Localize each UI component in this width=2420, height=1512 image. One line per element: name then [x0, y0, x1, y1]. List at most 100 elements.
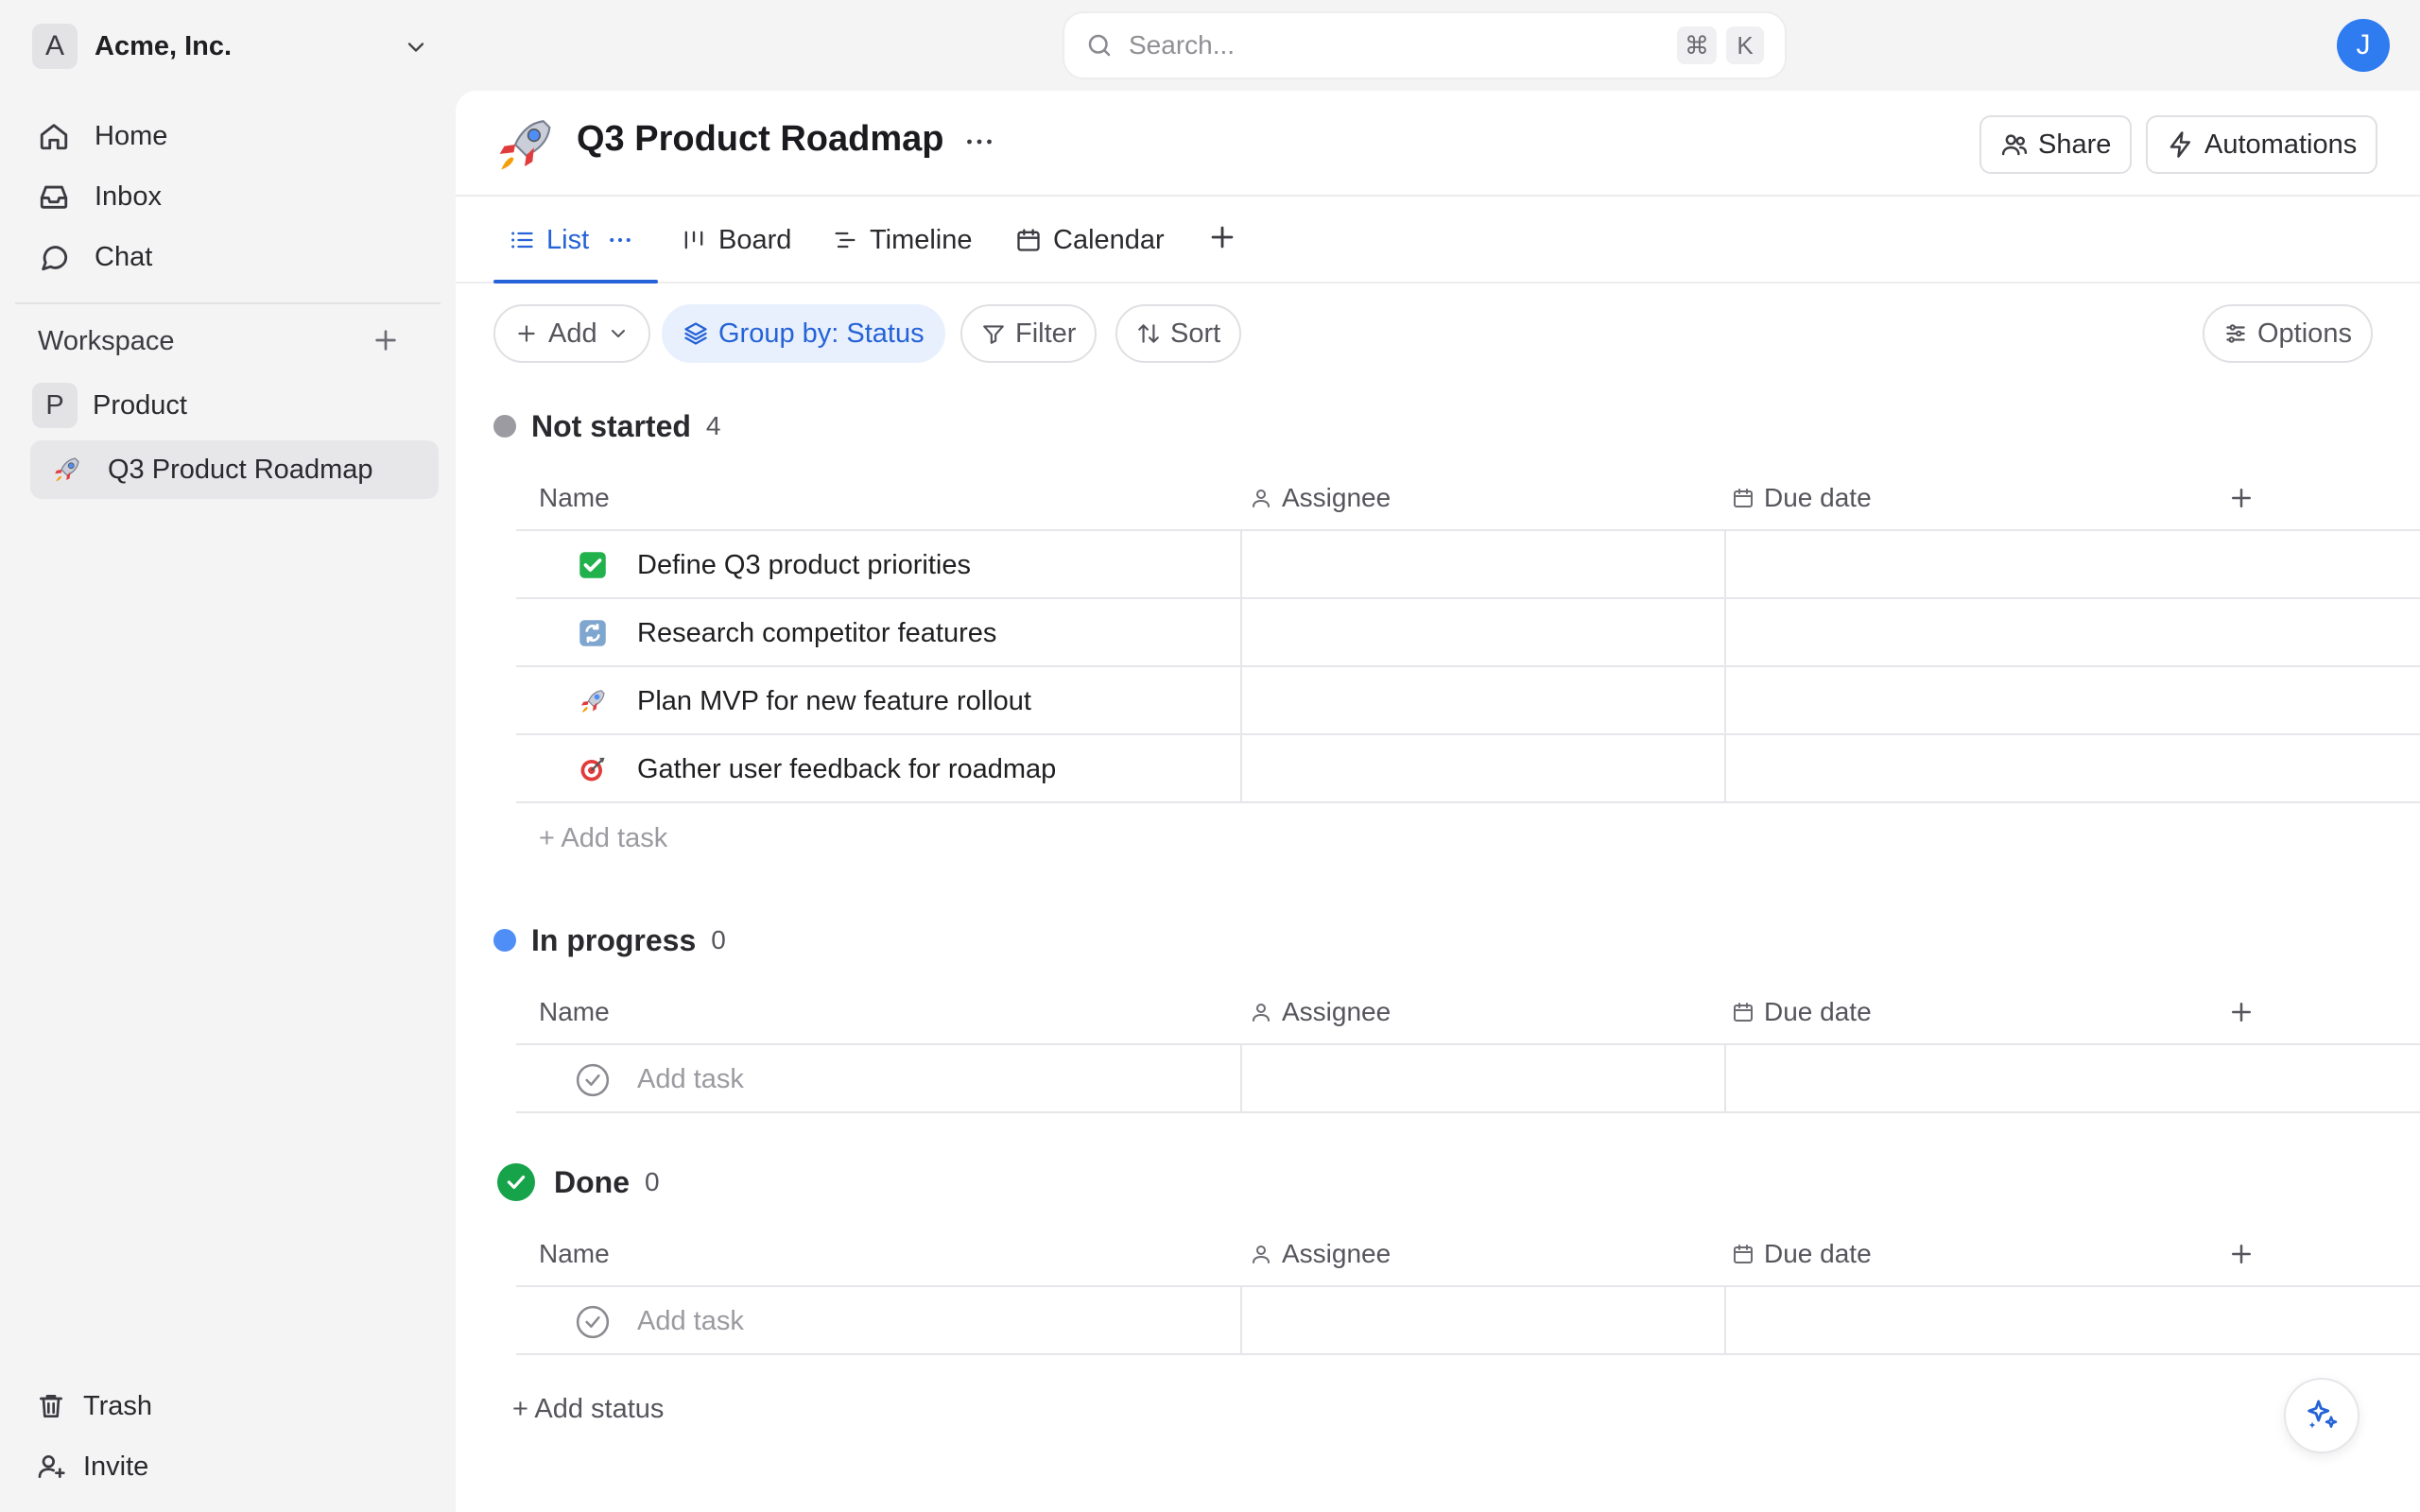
add-task-row[interactable]: Add task: [516, 1045, 2420, 1113]
list-toolbar-right: Filter Sort Options: [493, 304, 2384, 363]
table-row[interactable]: Research competitor features: [516, 599, 2420, 667]
column-name[interactable]: Name: [539, 1221, 610, 1287]
column-assignee[interactable]: Assignee: [1250, 465, 1391, 531]
add-task-placeholder[interactable]: Add task: [637, 1287, 744, 1355]
add-column-icon[interactable]: [2227, 998, 2256, 1026]
tab-more-icon[interactable]: [606, 226, 634, 254]
column-divider: [1240, 1287, 1242, 1355]
sort-label: Sort: [1170, 318, 1221, 349]
column-due-date[interactable]: Due date: [1732, 979, 1872, 1045]
group-title: Done: [554, 1164, 630, 1199]
table-row[interactable]: Gather user feedback for roadmap: [516, 735, 2420, 803]
sidebar-item-home[interactable]: Home: [32, 110, 439, 163]
column-divider: [1724, 1045, 1726, 1113]
group-header-done[interactable]: Done 0: [493, 1159, 660, 1206]
search-input[interactable]: [1129, 30, 1668, 60]
top-bar: A Acme, Inc. ⌘ K J: [0, 0, 2420, 91]
column-due-date[interactable]: Due date: [1732, 1221, 1872, 1287]
tab-label: List: [546, 224, 590, 255]
workspace-switcher[interactable]: A Acme, Inc.: [32, 23, 429, 70]
person-icon: [1250, 1243, 1272, 1265]
automations-button[interactable]: Automations: [2146, 115, 2378, 174]
sparkles-icon: [2303, 1397, 2341, 1435]
column-assignee[interactable]: Assignee: [1250, 1221, 1391, 1287]
column-name[interactable]: Name: [539, 979, 610, 1045]
filter-label: Filter: [1015, 318, 1077, 349]
shortcut-mod-key: ⌘: [1677, 26, 1717, 64]
options-pill[interactable]: Options: [2203, 304, 2373, 363]
task-name[interactable]: Gather user feedback for roadmap: [637, 735, 1056, 803]
page-header: Q3 Product Roadmap Share Automations: [456, 91, 2420, 197]
column-divider: [1724, 735, 1726, 803]
column-divider: [1724, 531, 1726, 599]
group-title: Not started: [531, 408, 691, 443]
chevron-down-icon[interactable]: [403, 34, 429, 60]
page-title: Q3 Product Roadmap: [577, 119, 944, 159]
column-due-date[interactable]: Due date: [1732, 465, 1872, 531]
sort-button[interactable]: Sort: [1115, 304, 1242, 363]
task-name[interactable]: Plan MVP for new feature rollout: [637, 667, 1031, 735]
tab-board[interactable]: Board: [681, 197, 791, 284]
task-table-not-started: Name Assignee Due date Define Q3 product…: [516, 465, 2420, 803]
check-circle-icon: [497, 1163, 535, 1201]
column-label: Due date: [1764, 1239, 1872, 1268]
add-view-icon[interactable]: [1206, 221, 1238, 253]
table-header: Name Assignee Due date: [516, 1221, 2420, 1287]
add-status-link[interactable]: + Add status: [512, 1385, 664, 1433]
sidebar-item-product[interactable]: P Product: [32, 382, 187, 429]
sidebar-item-inbox[interactable]: Inbox: [32, 170, 439, 223]
filter-button[interactable]: Filter: [960, 304, 1098, 363]
invite-user-icon: [36, 1452, 70, 1482]
timeline-icon: [832, 227, 858, 253]
filter-icon: [981, 321, 1006, 346]
column-divider: [1724, 599, 1726, 667]
column-name[interactable]: Name: [539, 465, 610, 531]
add-workspace-item-icon[interactable]: [371, 325, 401, 355]
add-task-link[interactable]: + Add task: [539, 815, 667, 862]
table-row[interactable]: Define Q3 product priorities: [516, 531, 2420, 599]
calendar-icon: [1015, 227, 1042, 253]
search-icon: [1085, 31, 1114, 60]
column-divider: [1240, 667, 1242, 735]
view-tabs: List Board Timeline Calendar: [456, 197, 2420, 284]
sidebar-item-chat[interactable]: Chat: [32, 231, 439, 284]
project-avatar: P: [32, 383, 78, 428]
tab-list[interactable]: List: [509, 197, 634, 284]
circle-check-icon: [575, 1304, 611, 1340]
sidebar-item-label: Invite: [83, 1451, 149, 1482]
chat-icon: [38, 241, 76, 273]
share-button[interactable]: Share: [1979, 115, 2133, 174]
target-dart-icon: [579, 755, 607, 783]
group-header-in-progress[interactable]: In progress 0: [493, 917, 726, 964]
add-task-row[interactable]: Add task: [516, 1287, 2420, 1355]
tab-timeline[interactable]: Timeline: [832, 197, 973, 284]
sidebar-item-trash[interactable]: Trash: [36, 1382, 152, 1431]
tab-label: Timeline: [870, 224, 973, 255]
task-name[interactable]: Research competitor features: [637, 599, 996, 667]
more-options-icon[interactable]: [962, 125, 996, 159]
users-icon: [2000, 130, 2029, 159]
add-task-placeholder[interactable]: Add task: [637, 1045, 744, 1113]
tab-calendar[interactable]: Calendar: [1015, 197, 1165, 284]
inbox-icon: [38, 180, 76, 213]
column-label: Assignee: [1282, 1239, 1392, 1268]
task-name[interactable]: Define Q3 product priorities: [637, 531, 971, 599]
sidebar-item-label: Home: [95, 120, 168, 151]
automations-label: Automations: [2204, 129, 2358, 160]
search-bar[interactable]: ⌘ K: [1063, 11, 1787, 79]
column-assignee[interactable]: Assignee: [1250, 979, 1391, 1045]
column-divider: [1724, 667, 1726, 735]
refresh-arrows-icon: [579, 619, 607, 647]
group-count: 0: [711, 925, 726, 954]
table-header: Name Assignee Due date: [516, 979, 2420, 1045]
workspace-section-label: Workspace: [38, 325, 175, 356]
sidebar-item-q3-roadmap[interactable]: Q3 Product Roadmap: [30, 440, 439, 499]
table-header: Name Assignee Due date: [516, 465, 2420, 531]
sidebar-item-invite[interactable]: Invite: [36, 1442, 148, 1491]
table-row[interactable]: Plan MVP for new feature rollout: [516, 667, 2420, 735]
group-header-not-started[interactable]: Not started 4: [493, 403, 720, 450]
ai-assistant-button[interactable]: [2284, 1378, 2360, 1453]
add-column-icon[interactable]: [2227, 484, 2256, 512]
add-column-icon[interactable]: [2227, 1240, 2256, 1268]
user-avatar[interactable]: J: [2337, 19, 2390, 72]
